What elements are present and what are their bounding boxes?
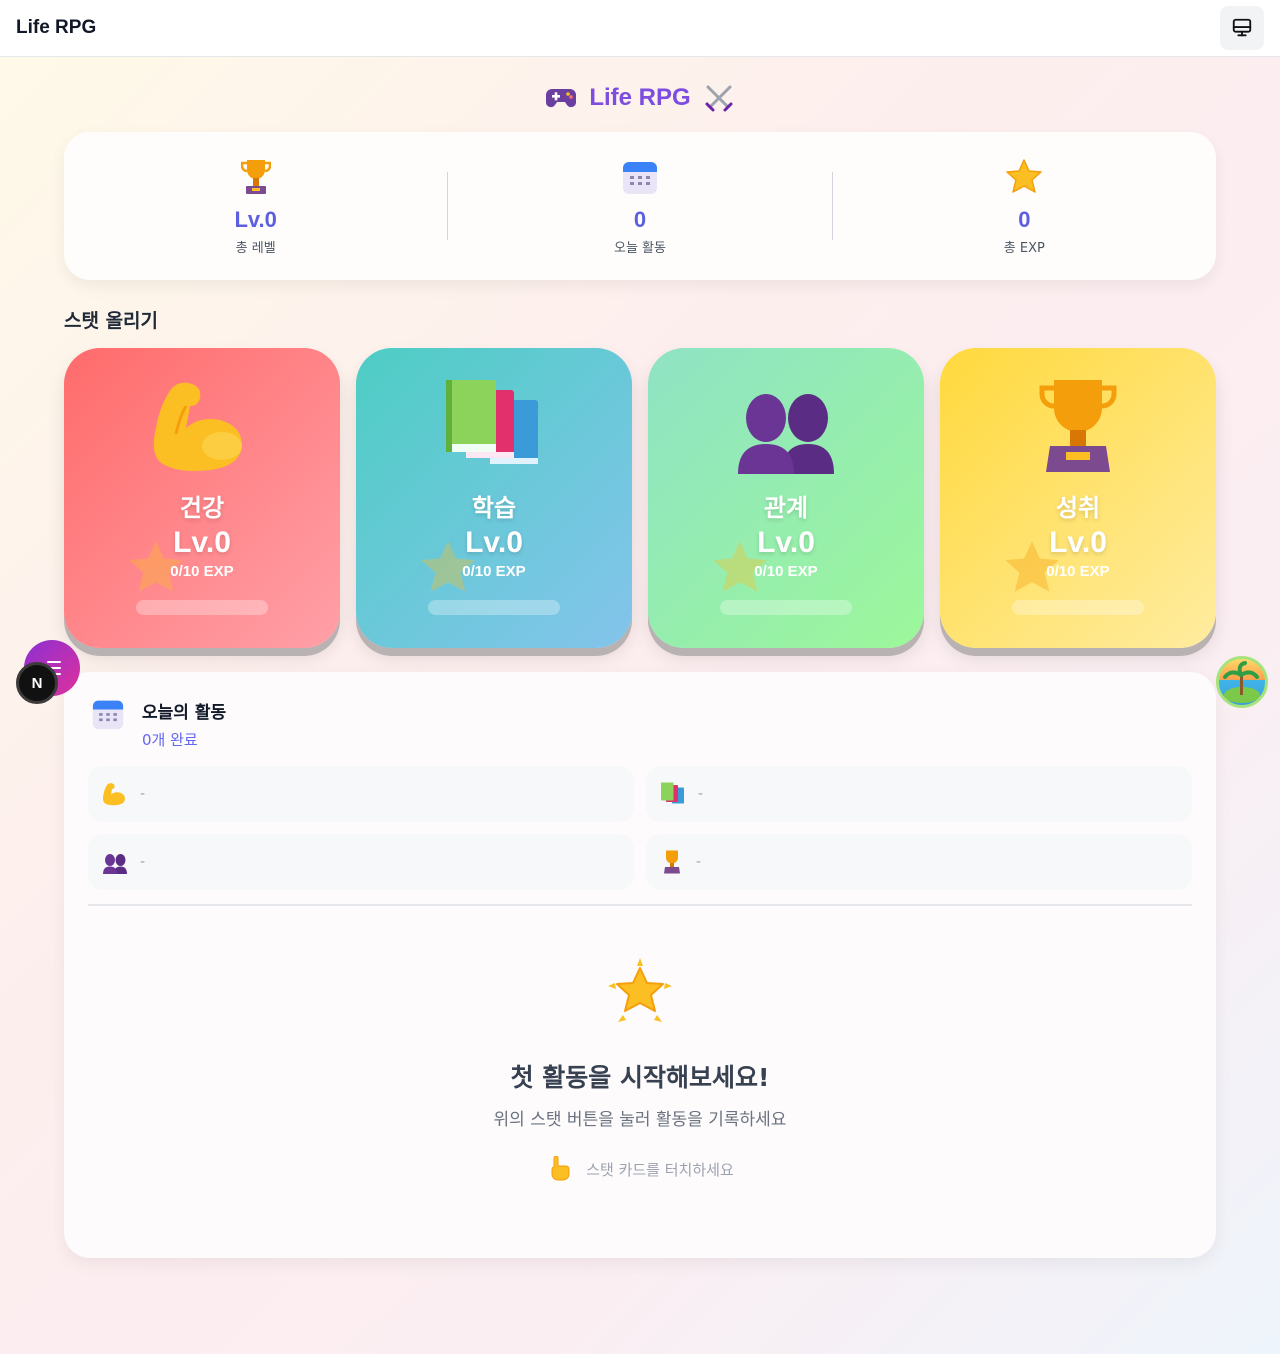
- stat-progress-bar: [720, 600, 852, 615]
- stat-level: Lv.0: [1049, 526, 1107, 559]
- stat-card-study[interactable]: 학습 Lv.0 0/10 EXP: [356, 348, 632, 648]
- summary-total-level: Lv.0 총 레벨: [64, 132, 447, 280]
- pointing-hand-icon: [551, 1156, 570, 1181]
- stat-progress-bar: [136, 600, 268, 615]
- stat-exp: 0/10 EXP: [170, 563, 234, 580]
- top-bar: Life RPG: [0, 0, 1280, 57]
- app-title: Life RPG: [16, 17, 97, 38]
- activity-item-study: -: [646, 766, 1192, 822]
- stat-level: Lv.0: [465, 526, 523, 559]
- monitor-icon: [1232, 18, 1252, 37]
- summary-label: 총 EXP: [1003, 241, 1045, 256]
- island-icon: [1223, 661, 1260, 703]
- glowing-star-icon: [608, 958, 672, 1022]
- calendar-icon: [92, 700, 124, 730]
- activity-item-health: -: [88, 766, 634, 822]
- stat-level: Lv.0: [173, 526, 231, 559]
- today-activity-panel: 오늘의 활동 0개 완료 - - - - 첫 활동을 시작해보세요! 위의 스탯…: [64, 672, 1216, 1258]
- summary-value: Lv.0: [234, 207, 277, 232]
- stat-exp: 0/10 EXP: [462, 563, 526, 580]
- stat-name: 학습: [471, 494, 517, 522]
- activity-item-text: -: [140, 786, 146, 802]
- stat-cards: 건강 Lv.0 0/10 EXP 학습 Lv.0 0/10 EXP 관계 Lv.…: [64, 348, 1216, 658]
- island-button[interactable]: [1216, 656, 1268, 708]
- activity-count: 0개 완료: [142, 731, 198, 749]
- stat-card-health[interactable]: 건강 Lv.0 0/10 EXP: [64, 348, 340, 648]
- empty-state-hint: 스탯 카드를 터치하세요: [64, 1156, 1216, 1182]
- summary-total-exp: 0 총 EXP: [833, 132, 1216, 280]
- activity-item-achievement: -: [646, 834, 1192, 890]
- stat-card-relation[interactable]: 관계 Lv.0 0/10 EXP: [648, 348, 924, 648]
- stat-name: 성취: [1055, 494, 1101, 522]
- stat-exp: 0/10 EXP: [754, 563, 818, 580]
- gamepad-icon: [546, 89, 577, 108]
- crossed-swords-icon: [705, 85, 733, 112]
- trophy-icon: [1039, 380, 1117, 472]
- summary-value: 0: [633, 207, 647, 232]
- activity-item-text: -: [140, 854, 146, 870]
- summary-value: 0: [1018, 207, 1031, 232]
- flexed-biceps-icon: [102, 783, 125, 806]
- empty-state-subtitle: 위의 스탯 버튼을 눌러 활동을 기록하세요: [493, 1110, 787, 1130]
- summary-card: Lv.0 총 레벨 0 오늘 활동 0 총 EXP: [64, 132, 1216, 280]
- view-toggle-button[interactable]: [1220, 6, 1264, 50]
- stat-name: 건강: [179, 494, 225, 522]
- stat-level: Lv.0: [757, 526, 815, 559]
- stat-name: 관계: [763, 494, 809, 522]
- activity-header: 오늘의 활동 0개 완료: [92, 698, 226, 750]
- trophy-icon: [240, 160, 271, 194]
- two-people-icon: [103, 854, 127, 874]
- dev-badge-button[interactable]: N: [16, 662, 58, 704]
- hero-text: Life RPG: [589, 84, 691, 111]
- stat-progress-bar: [428, 600, 560, 615]
- empty-state-title: 첫 활동을 시작해보세요!: [510, 1063, 770, 1092]
- books-icon: [446, 380, 538, 464]
- activity-item-text: -: [698, 786, 704, 802]
- summary-label: 오늘 활동: [614, 241, 666, 256]
- divider: [88, 904, 1192, 906]
- section-title: 스탯 올리기: [64, 310, 159, 332]
- calendar-icon: [622, 162, 657, 194]
- activity-title: 오늘의 활동: [142, 703, 227, 723]
- star-icon: [1006, 159, 1043, 193]
- empty-state-hint-text: 스탯 카드를 터치하세요: [586, 1160, 734, 1179]
- stat-progress-bar: [1012, 600, 1144, 615]
- books-icon: [661, 782, 684, 804]
- activity-item-relation: -: [88, 834, 634, 890]
- two-people-icon: [738, 394, 834, 474]
- stat-exp: 0/10 EXP: [1046, 563, 1110, 580]
- summary-today-activity: 0 오늘 활동: [448, 132, 831, 280]
- activity-item-text: -: [696, 854, 702, 870]
- hero-title: Life RPG: [0, 82, 1280, 114]
- stat-card-achievement[interactable]: 성취 Lv.0 0/10 EXP: [940, 348, 1216, 648]
- flexed-biceps-icon: [153, 382, 242, 471]
- summary-label: 총 레벨: [235, 241, 276, 256]
- trophy-icon: [664, 850, 680, 874]
